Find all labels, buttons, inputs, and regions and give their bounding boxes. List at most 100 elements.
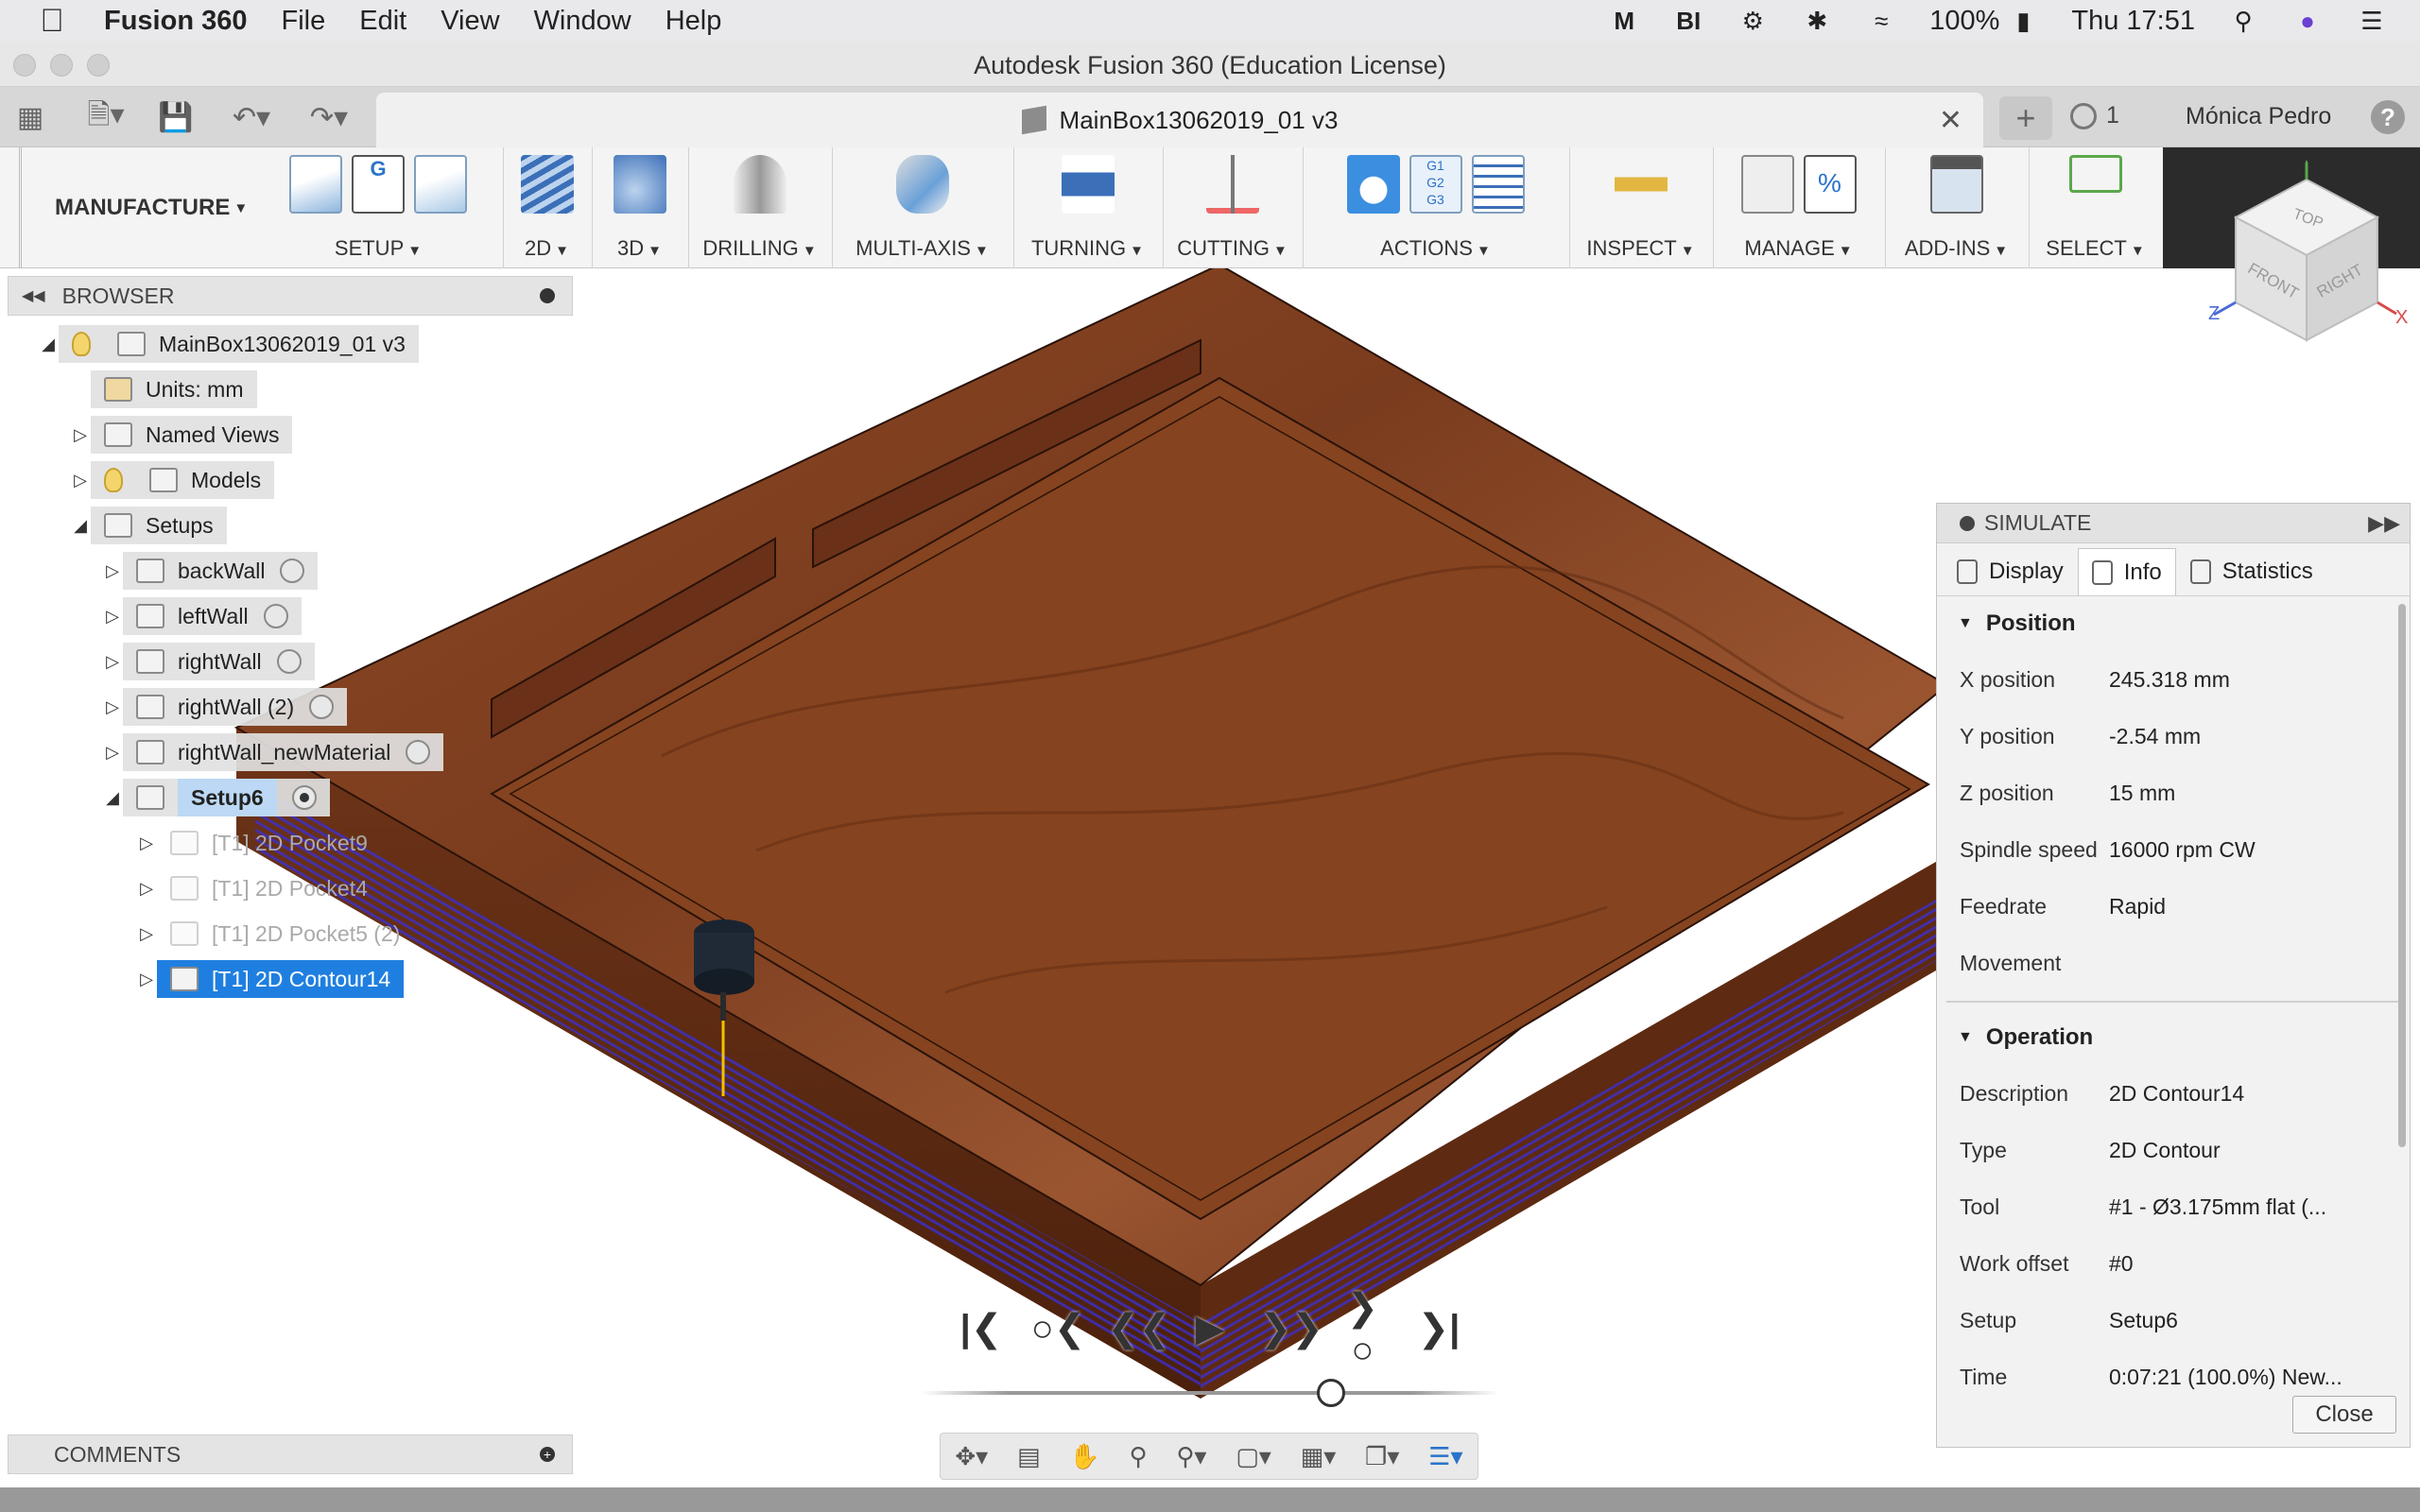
tree-setup-item[interactable]: ▷ backWall [102, 552, 319, 590]
select-icon[interactable] [2068, 155, 2122, 193]
activate-setup-radio[interactable] [280, 558, 305, 583]
ribbon-group-select[interactable]: SELECT ▼ [2029, 147, 2161, 268]
collapsed-triangle-icon[interactable]: ▷ [136, 924, 157, 944]
panel-options-icon[interactable] [1960, 515, 1975, 531]
measure-icon[interactable] [1614, 155, 1668, 214]
menu-file[interactable]: File [282, 6, 326, 37]
nc-program-icon[interactable]: G [352, 155, 405, 214]
ribbon-group-3d[interactable]: 3D ▼ [592, 147, 686, 268]
ribbon-group-cutting[interactable]: CUTTING ▼ [1163, 147, 1301, 268]
effects-icon[interactable]: ☰▾ [1428, 1442, 1462, 1471]
expand-panel-icon[interactable]: ▶▶ [2368, 511, 2400, 536]
previous-operation-icon[interactable]: ○❮ [1031, 1307, 1086, 1350]
panel-options-icon[interactable] [540, 288, 555, 303]
close-simulation-button[interactable]: Close [2292, 1396, 2396, 1434]
tree-operation[interactable]: ▷ [T1] 2D Pocket9 [136, 824, 381, 862]
undo-icon[interactable]: ↶▾ [223, 100, 280, 134]
browser-panel-header[interactable]: ◀◀ BROWSER [8, 276, 573, 316]
step-forward-icon[interactable]: ❯❯ [1260, 1307, 1323, 1350]
activate-setup-radio[interactable] [406, 740, 431, 765]
collapsed-triangle-icon[interactable]: ▷ [136, 970, 157, 989]
menu-edit[interactable]: Edit [359, 6, 406, 37]
tree-units[interactable]: Units: mm [91, 370, 257, 408]
apple-menu-icon[interactable]:  [0, 3, 104, 40]
expanded-triangle-icon[interactable]: ◢ [102, 788, 123, 808]
user-account[interactable]: Mónica Pedro [2186, 103, 2331, 130]
go-to-end-icon[interactable]: ❯| [1412, 1307, 1465, 1350]
tree-operation[interactable]: ▷ [T1] 2D Pocket5 (2) [136, 915, 413, 953]
play-icon[interactable]: ▶ [1184, 1307, 1236, 1350]
collapsed-triangle-icon[interactable]: ▷ [70, 471, 91, 490]
new-tab-button[interactable]: + [1999, 96, 2052, 140]
tree-setup-item[interactable]: ▷ leftWall [102, 597, 302, 635]
battery-icon[interactable]: ▮ [2007, 7, 2039, 35]
menu-help[interactable]: Help [666, 6, 722, 37]
drill-icon[interactable] [733, 155, 786, 214]
lightbulb-icon[interactable] [72, 332, 91, 356]
ribbon-group-setup[interactable]: G SETUP ▼ [255, 147, 501, 268]
comments-panel-header[interactable]: COMMENTS + [8, 1435, 573, 1474]
fit-icon[interactable]: ⚲▾ [1176, 1442, 1206, 1471]
zoom-icon[interactable]: ⚲ [1130, 1442, 1148, 1471]
control-center-icon[interactable]: ☰ [2356, 7, 2388, 35]
ribbon-group-inspect[interactable]: INSPECT ▼ [1569, 147, 1711, 268]
battery-percent[interactable]: 100% [1929, 6, 1999, 37]
ribbon-group-multi-axis[interactable]: MULTI-AXIS ▼ [832, 147, 1011, 268]
ribbon-group-drilling[interactable]: DRILLING ▼ [688, 147, 830, 268]
ribbon-group-add-ins[interactable]: ADD-INS ▼ [1885, 147, 2027, 268]
help-icon[interactable]: ? [2371, 100, 2405, 134]
tree-setup-item-active[interactable]: ◢ Setup6 [102, 779, 330, 816]
operation-section-header[interactable]: ▼ Operation [1937, 1010, 2410, 1065]
close-tab-icon[interactable]: ✕ [1939, 104, 1962, 137]
tree-operation-selected[interactable]: ▷ [T1] 2D Contour14 [136, 960, 405, 998]
tree-named-views[interactable]: ▷ Named Views [70, 416, 293, 454]
tree-setup-item[interactable]: ▷ rightWall_newMaterial [102, 733, 444, 771]
menu-view[interactable]: View [441, 6, 499, 37]
document-tab[interactable]: MainBox13062019_01 v3 ✕ [376, 93, 1983, 147]
manage-stock-icon[interactable] [414, 155, 467, 214]
ribbon-group-manage[interactable]: % MANAGE ▼ [1713, 147, 1883, 268]
tree-setups[interactable]: ◢ Setups [70, 507, 227, 544]
3d-toolpath-icon[interactable] [613, 155, 666, 214]
save-icon[interactable]: 💾 [158, 100, 193, 134]
collapsed-triangle-icon[interactable]: ▷ [102, 697, 123, 717]
wifi-icon[interactable]: ≈ [1865, 7, 1897, 35]
new-setup-icon[interactable] [289, 155, 342, 214]
next-operation-icon[interactable]: ❯○ [1336, 1286, 1389, 1372]
gpu-tray-icon[interactable]: ⚙ [1737, 7, 1769, 35]
tab-statistics[interactable]: Statistics [2176, 548, 2327, 595]
workspace-switcher[interactable]: MANUFACTURE ▼ [19, 147, 248, 268]
menubar-clock[interactable]: Thu 17:51 [2071, 6, 2195, 37]
spotlight-icon[interactable]: ⚲ [2227, 7, 2259, 35]
collapsed-triangle-icon[interactable]: ▷ [102, 743, 123, 763]
simulate-header[interactable]: SIMULATE ▶▶ [1937, 504, 2410, 543]
ribbon-group-turning[interactable]: TURNING ▼ [1013, 147, 1161, 268]
scripts-addins-icon[interactable] [1929, 155, 1983, 214]
simulate-icon[interactable] [1346, 155, 1400, 214]
orbit-icon[interactable]: ✥▾ [955, 1442, 988, 1471]
tool-library-icon[interactable] [1740, 155, 1794, 214]
panel-scrollbar[interactable] [2398, 604, 2406, 1147]
collapsed-triangle-icon[interactable]: ▷ [102, 652, 123, 672]
tree-models[interactable]: ▷ Models [70, 461, 275, 499]
setup-sheet-icon[interactable] [1471, 155, 1525, 214]
activate-setup-radio[interactable] [309, 695, 335, 719]
bi-tray-icon[interactable]: BI [1672, 7, 1704, 35]
cutting-icon[interactable] [1205, 155, 1259, 214]
display-settings-icon[interactable]: ▢▾ [1236, 1442, 1271, 1471]
activate-setup-radio[interactable] [263, 604, 288, 628]
expanded-triangle-icon[interactable]: ◢ [70, 516, 91, 536]
pan-icon[interactable]: ✋ [1069, 1442, 1099, 1471]
collapsed-triangle-icon[interactable]: ▷ [102, 607, 123, 627]
expanded-triangle-icon[interactable]: ◢ [38, 335, 59, 354]
add-comment-icon[interactable]: + [540, 1447, 555, 1462]
bottom-timeline-bar[interactable] [0, 1487, 2420, 1512]
malwarebytes-icon[interactable]: M [1608, 7, 1640, 35]
collapsed-triangle-icon[interactable]: ▷ [70, 425, 91, 445]
bluetooth-icon[interactable]: ✱ [1801, 7, 1833, 35]
step-back-icon[interactable]: ❮❮ [1107, 1307, 1170, 1350]
file-menu-icon[interactable]: 🗎▾ [78, 99, 134, 134]
collapsed-triangle-icon[interactable]: ▷ [136, 833, 157, 853]
post-process-icon[interactable]: G1 G2 G3 [1409, 155, 1462, 214]
position-section-header[interactable]: ▼ Position [1937, 596, 2410, 651]
